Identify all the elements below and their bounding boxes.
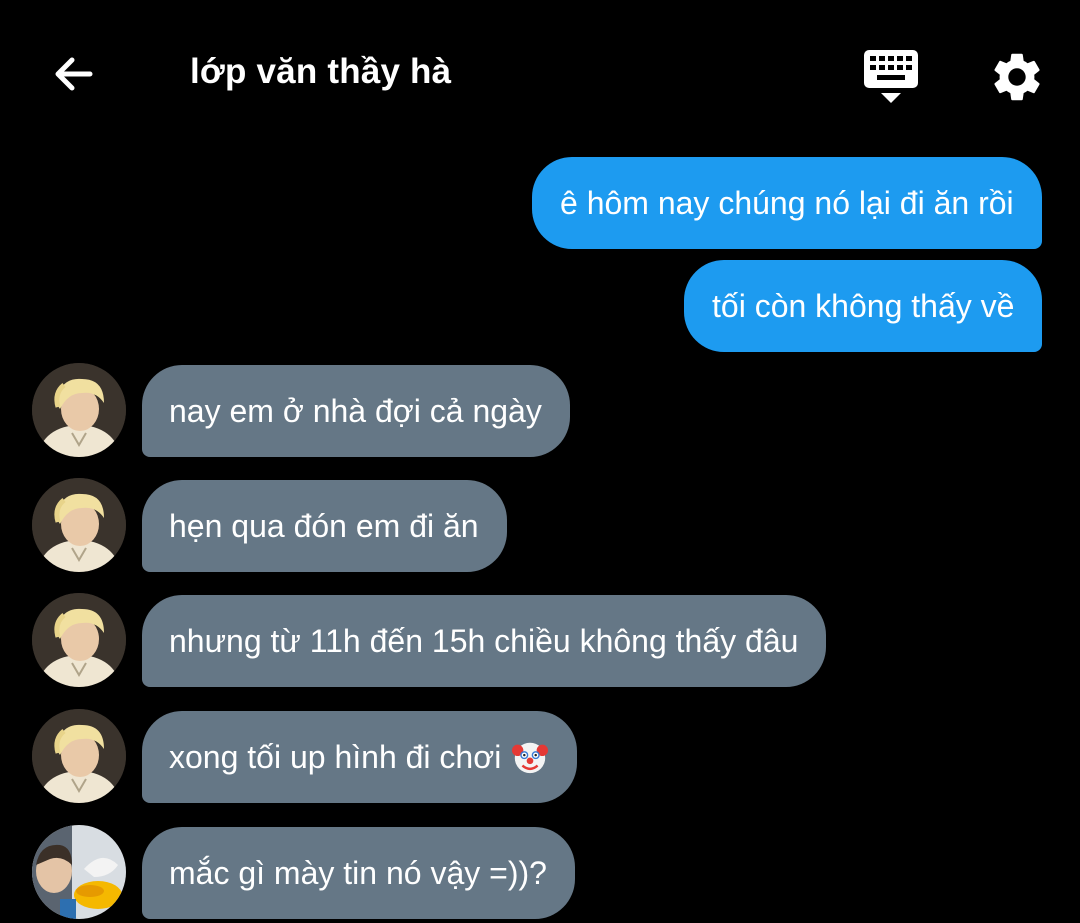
message-text: ê hôm nay chúng nó lại đi ăn rồi <box>560 184 1014 221</box>
settings-button[interactable] <box>988 48 1048 108</box>
avatar[interactable] <box>32 825 126 919</box>
keyboard-hide-icon <box>864 50 918 103</box>
message-text: tối còn không thấy về <box>712 287 1015 324</box>
avatar[interactable] <box>32 593 126 687</box>
received-message[interactable]: xong tối up hình đi chơi <box>142 711 578 803</box>
received-message[interactable]: hẹn qua đón em đi ăn <box>142 480 507 572</box>
message-text: mắc gì mày tin nó vậy =))? <box>169 854 547 891</box>
sent-message[interactable]: tối còn không thấy về <box>684 260 1043 352</box>
received-message[interactable]: mắc gì mày tin nó vậy =))? <box>142 827 575 919</box>
avatar[interactable] <box>32 363 126 457</box>
keyboard-toggle-button[interactable] <box>860 46 924 110</box>
gear-icon <box>994 53 1040 101</box>
conversation-title: lớp văn thầy hà <box>190 52 452 91</box>
received-message[interactable]: nhưng từ 11h đến 15h chiều không thấy đâ… <box>142 595 827 687</box>
avatar[interactable] <box>32 478 126 572</box>
message-text: xong tối up hình đi chơi <box>169 738 502 775</box>
message-text: nhưng từ 11h đến 15h chiều không thấy đâ… <box>169 622 799 659</box>
back-button[interactable] <box>44 44 104 104</box>
message-text: hẹn qua đón em đi ăn <box>169 507 479 544</box>
sent-message[interactable]: ê hôm nay chúng nó lại đi ăn rồi <box>532 157 1042 249</box>
received-message[interactable]: nay em ở nhà đợi cả ngày <box>142 365 570 457</box>
arrow-left-icon <box>55 57 93 91</box>
message-text: nay em ở nhà đợi cả ngày <box>169 392 542 429</box>
avatar[interactable] <box>32 709 126 803</box>
chat-header: lớp văn thầy hà <box>0 0 1080 150</box>
clown-face-emoji <box>512 742 549 774</box>
